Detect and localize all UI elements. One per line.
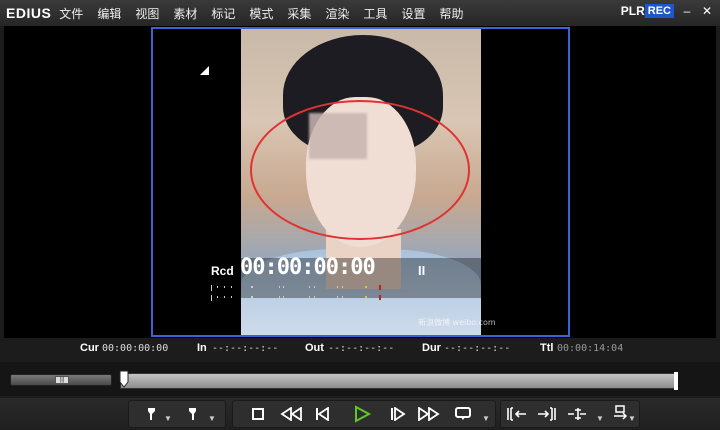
edius-recorder-window: EDIUS 文件 编辑 视图 素材 标记 模式 采集 渲染 工具 设置 帮助 P… [0, 0, 720, 430]
preview-monitor: Rcd 00:00:00:00 II 新浪微博 weibo.com [4, 26, 716, 338]
menu-capture[interactable]: 采集 [287, 5, 311, 22]
menu-bar: EDIUS 文件 编辑 视图 素材 标记 模式 采集 渲染 工具 设置 帮助 P… [0, 0, 720, 26]
video-frame: Rcd 00:00:00:00 II 新浪微博 weibo.com [151, 27, 570, 337]
menu-edit[interactable]: 编辑 [97, 5, 121, 22]
in-point-icon[interactable] [140, 401, 162, 427]
menu-tools[interactable]: 工具 [363, 5, 387, 22]
menu-help[interactable]: 帮助 [439, 5, 463, 22]
app-logo: EDIUS [6, 5, 52, 21]
menu-file[interactable]: 文件 [59, 5, 83, 22]
loop-icon[interactable] [450, 401, 476, 427]
loop-dropdown-icon[interactable]: ▼ [482, 414, 490, 423]
menu-render[interactable]: 渲染 [325, 5, 349, 22]
overwrite-icon[interactable] [534, 401, 560, 427]
player-mode-toggle[interactable]: PLR [621, 4, 645, 18]
in-point-dropdown-icon[interactable]: ▼ [164, 414, 172, 423]
menu-view[interactable]: 视图 [135, 5, 159, 22]
step-back-icon[interactable] [310, 401, 336, 427]
annotation-ellipse [250, 100, 470, 240]
menu-mode[interactable]: 模式 [249, 5, 273, 22]
trim-dropdown-icon[interactable]: ▼ [596, 414, 604, 423]
minimize-button[interactable]: – [680, 4, 694, 18]
out-label: Out [305, 342, 324, 354]
step-forward-icon[interactable] [386, 401, 410, 427]
dur-value: --:--:--:-- [444, 343, 511, 354]
window-controls: PLR REC – ✕ [621, 4, 714, 18]
insert-icon[interactable] [504, 401, 530, 427]
dur-label: Dur [422, 342, 441, 354]
trim-icon[interactable] [564, 401, 590, 427]
cur-label: Cur [80, 342, 99, 354]
cur-value: 00:00:00:00 [102, 343, 169, 354]
menu-settings[interactable]: 设置 [401, 5, 425, 22]
shuttle-knob[interactable]: ||| [55, 376, 69, 384]
stop-icon[interactable] [246, 401, 270, 427]
timeline-scrubber-area: ||| [0, 362, 720, 396]
in-label: In [197, 342, 207, 354]
rewind-icon[interactable] [276, 401, 306, 427]
menu-clip[interactable]: 素材 [173, 5, 197, 22]
playhead-icon[interactable] [119, 370, 129, 390]
in-value: --:--:--:-- [212, 343, 279, 354]
shuttle-slider[interactable]: ||| [10, 374, 112, 386]
position-bar[interactable] [120, 373, 678, 389]
audio-meter-right [211, 295, 381, 301]
overlay-timecode: 00:00:00:00 [240, 255, 376, 280]
out-value: --:--:--:-- [328, 343, 395, 354]
fast-forward-icon[interactable] [414, 401, 444, 427]
out-point-dropdown-icon[interactable]: ▼ [208, 414, 216, 423]
close-button[interactable]: ✕ [700, 4, 714, 18]
weibo-watermark: 新浪微博 weibo.com [418, 318, 496, 327]
menu-marker[interactable]: 标记 [211, 5, 235, 22]
ttl-label: Ttl [540, 342, 554, 354]
ripple-dropdown-icon[interactable]: ▼ [628, 414, 636, 423]
play-icon[interactable] [348, 401, 376, 427]
recorder-mode-toggle[interactable]: REC [644, 4, 674, 18]
timecode-readout-row: Cur 00:00:00:00 In --:--:--:-- Out --:--… [0, 342, 720, 358]
cursor-marker-icon [200, 66, 209, 75]
position-bar-end-marker [674, 372, 678, 390]
out-point-icon[interactable] [182, 401, 204, 427]
audio-meter-left [211, 285, 381, 291]
ttl-value: 00:00:14:04 [557, 343, 624, 354]
rcd-label: Rcd [211, 264, 234, 278]
playback-controls: ▼ ▼ ▼ ▼ ▼ [0, 398, 720, 430]
pause-icon: II [418, 263, 426, 278]
